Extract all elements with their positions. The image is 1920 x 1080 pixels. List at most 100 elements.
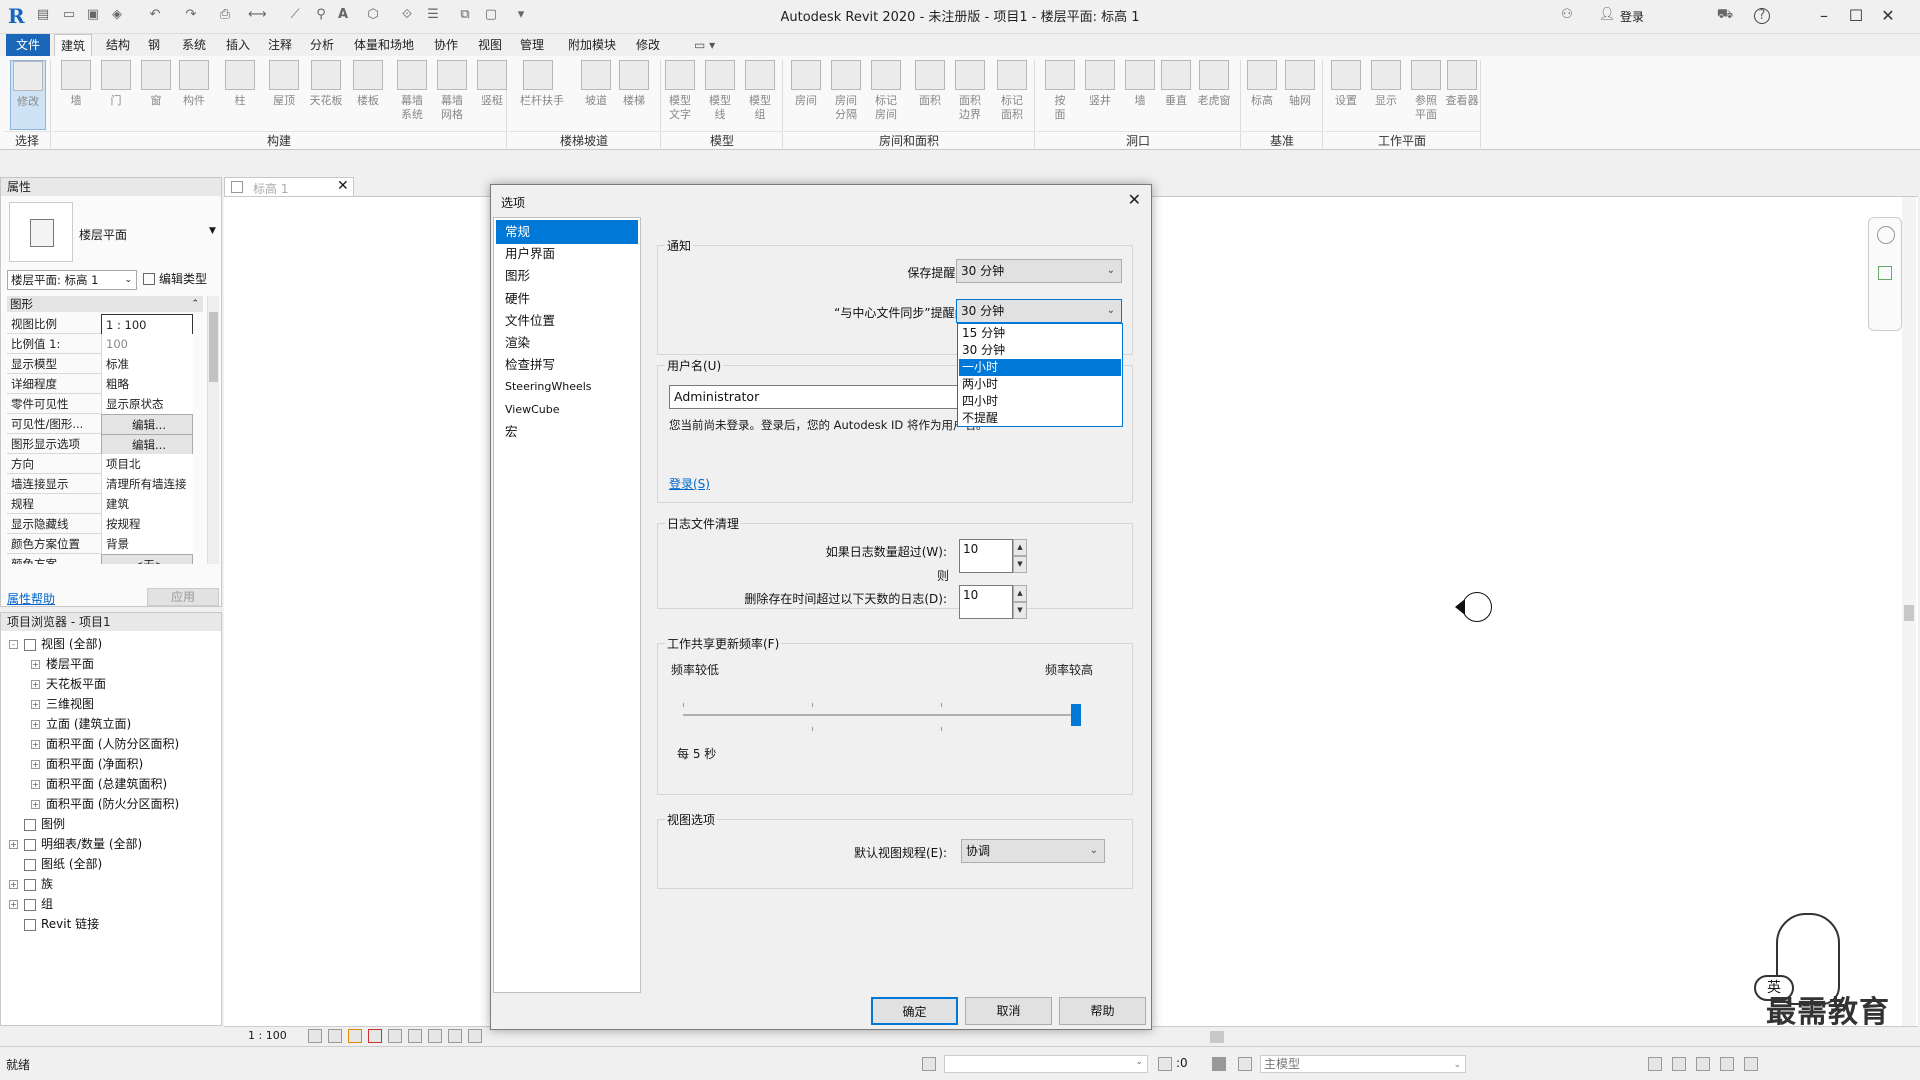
group-select[interactable]: 选择 <box>4 131 50 149</box>
ribbon-button-room-separator[interactable]: 房间 分隔 <box>828 60 864 130</box>
property-value[interactable]: 标准 <box>101 354 193 374</box>
dropdown-option[interactable]: 15 分钟 <box>959 325 1121 342</box>
view-tab[interactable]: 标高 1 ✕ <box>224 177 354 197</box>
tree-node[interactable]: + 立面 (建筑立面) <box>31 715 131 733</box>
ribbon-button-ramp[interactable]: 坡道 <box>578 60 614 130</box>
ribbon-button-ref-plane[interactable]: 参照 平面 <box>1408 60 1444 130</box>
view-instance-selector[interactable]: 楼层平面: 标高 1 ⌄ <box>7 270 137 290</box>
temp-hide-icon[interactable] <box>448 1029 462 1043</box>
face-select-icon[interactable] <box>1720 1057 1734 1071</box>
options-nav-item[interactable]: SteeringWheels <box>496 375 638 399</box>
expand-icon[interactable]: + <box>31 660 40 669</box>
ribbon-button-stair[interactable]: 楼梯 <box>616 60 652 130</box>
journal-count-input[interactable]: 10 <box>959 539 1013 573</box>
type-name[interactable]: 楼层平面 <box>79 226 127 243</box>
tab-analyze[interactable]: 分析 <box>304 34 340 56</box>
ribbon-button-tag-room[interactable]: 标记 房间 <box>868 60 904 130</box>
tree-node[interactable]: + 三维视图 <box>31 695 94 713</box>
group-room-area[interactable]: 房间和面积 <box>784 131 1034 149</box>
tab-steel[interactable]: 钢 <box>142 34 166 56</box>
spin-down-icon[interactable]: ▼ <box>1013 602 1027 619</box>
editable-only-icon[interactable] <box>1212 1057 1226 1071</box>
show-crop-icon[interactable] <box>408 1029 422 1043</box>
visual-style-icon[interactable] <box>328 1029 342 1043</box>
ribbon-button-by-face[interactable]: 按 面 <box>1042 60 1078 130</box>
tree-node[interactable]: + 面积平面 (人防分区面积) <box>31 735 179 753</box>
edit-type-button[interactable]: 编辑类型 <box>143 270 207 287</box>
tab-structure[interactable]: 结构 <box>100 34 136 56</box>
lock-3d-icon[interactable] <box>428 1029 442 1043</box>
properties-scrollbar[interactable] <box>207 296 219 564</box>
tab-addins[interactable]: 附加模块 <box>562 34 622 56</box>
sync-reminder-select[interactable]: 30 分钟 ⌄ <box>956 299 1122 323</box>
sun-path-icon[interactable] <box>348 1029 362 1043</box>
question-icon[interactable]: ? <box>1754 8 1770 24</box>
pinned-select-icon[interactable] <box>1696 1057 1710 1071</box>
property-value[interactable]: 背景 <box>101 534 193 554</box>
tree-node[interactable]: + 组 <box>9 895 53 913</box>
options-nav-item[interactable]: 用户界面 <box>496 242 638 266</box>
shadows-icon[interactable] <box>368 1029 382 1043</box>
tab-systems[interactable]: 系统 <box>176 34 212 56</box>
spin-up-icon[interactable]: ▲ <box>1013 539 1027 556</box>
ribbon-button-level[interactable]: 标高 <box>1244 60 1280 130</box>
default-discipline-select[interactable]: 协调 ⌄ <box>961 839 1105 863</box>
ribbon-button-roof[interactable]: 屋顶 <box>266 60 302 130</box>
steering-wheel-icon[interactable] <box>1877 226 1895 244</box>
property-value[interactable]: <无> <box>101 554 193 564</box>
expand-icon[interactable]: + <box>31 800 40 809</box>
ribbon-button-cursor[interactable]: 修改 <box>10 60 46 130</box>
crop-view-icon[interactable] <box>388 1029 402 1043</box>
section-graphics[interactable]: 图形 ⌃ <box>7 296 203 312</box>
save-reminder-select[interactable]: 30 分钟 ⌄ <box>956 259 1122 283</box>
drag-select-icon[interactable] <box>1744 1057 1758 1071</box>
tree-node[interactable]: + 天花板平面 <box>31 675 106 693</box>
property-value[interactable]: 粗略 <box>101 374 193 394</box>
design-option-combo[interactable]: 主模型 ⌄ <box>1260 1055 1466 1073</box>
ribbon-button-model-group[interactable]: 模型 组 <box>742 60 778 130</box>
property-value[interactable]: 1 : 100 <box>101 314 193 336</box>
ribbon-button-dormer[interactable]: 老虎窗 <box>1196 60 1232 130</box>
tree-node[interactable]: + 面积平面 (防火分区面积) <box>31 795 179 813</box>
ribbon-button-model-line[interactable]: 模型 线 <box>702 60 738 130</box>
property-value[interactable]: 100 <box>101 334 193 354</box>
ribbon-button-curtain-system[interactable]: 幕墙 系统 <box>394 60 430 130</box>
ribbon-button-area[interactable]: 面积 <box>912 60 948 130</box>
dropdown-option[interactable]: 30 分钟 <box>959 342 1121 359</box>
tab-collaborate[interactable]: 协作 <box>428 34 464 56</box>
ribbon-button-shaft[interactable]: 竖井 <box>1082 60 1118 130</box>
navigation-bar[interactable] <box>1868 217 1902 331</box>
ribbon-button-room[interactable]: 房间 <box>788 60 824 130</box>
tree-node[interactable]: - 视图 (全部) <box>9 635 102 653</box>
ribbon-button-wall-opening[interactable]: 墙 <box>1122 60 1158 130</box>
detail-level-icon[interactable] <box>308 1029 322 1043</box>
tree-node[interactable]: 图例 <box>9 815 65 833</box>
close-tab-icon[interactable]: ✕ <box>337 178 349 194</box>
design-options-icon[interactable] <box>1238 1057 1252 1071</box>
options-nav-item[interactable]: 文件位置 <box>496 309 638 333</box>
ribbon-button-area-boundary[interactable]: 面积 边界 <box>952 60 988 130</box>
frequency-slider-thumb[interactable] <box>1071 704 1081 726</box>
property-value[interactable]: 项目北 <box>101 454 193 474</box>
filter-icon[interactable] <box>1158 1057 1172 1071</box>
property-value[interactable]: 编辑... <box>101 434 193 456</box>
spin-down-icon[interactable]: ▼ <box>1013 556 1027 573</box>
property-value[interactable]: 编辑... <box>101 414 193 436</box>
expand-icon[interactable]: + <box>9 840 18 849</box>
dropdown-option[interactable]: 四小时 <box>959 393 1121 410</box>
tab-modify[interactable]: 修改 <box>630 34 666 56</box>
tab-file[interactable]: 文件 <box>6 34 51 56</box>
expand-icon[interactable]: + <box>31 680 40 689</box>
options-nav-item[interactable]: ViewCube <box>496 398 638 422</box>
property-value[interactable]: 按规程 <box>101 514 193 534</box>
collapse-icon[interactable]: - <box>9 640 18 649</box>
properties-help-link[interactable]: 属性帮助 <box>7 590 55 607</box>
ribbon-button-mullion[interactable]: 竖梃 <box>474 60 510 130</box>
elevation-marker-icon[interactable] <box>1455 592 1492 622</box>
maximize-icon[interactable]: ☐ <box>1844 4 1868 28</box>
ribbon-button-tag-area[interactable]: 标记 面积 <box>994 60 1030 130</box>
cancel-button[interactable]: 取消 <box>965 997 1052 1025</box>
journal-days-input[interactable]: 10 <box>959 585 1013 619</box>
contextual-toggle-icon[interactable]: ▭ ▾ <box>688 34 721 56</box>
ribbon-button-window[interactable]: 窗 <box>138 60 174 130</box>
